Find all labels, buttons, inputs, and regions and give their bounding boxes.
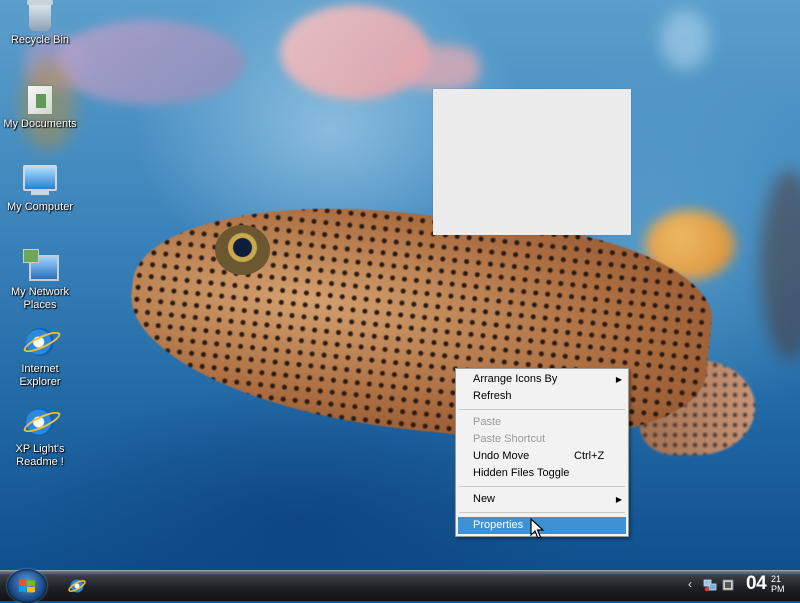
desktop-icon-label: My Computer <box>6 201 74 213</box>
wallpaper-fish <box>400 45 480 90</box>
menu-item-paste-shortcut[interactable]: Paste Shortcut <box>456 431 628 448</box>
desktop-icon-my-computer[interactable]: My Computer <box>0 165 80 214</box>
my-documents-icon <box>27 85 53 115</box>
desktop-wallpaper[interactable] <box>0 0 800 570</box>
pufferfish-eye <box>215 225 270 275</box>
menu-item-hidden-files-toggle[interactable]: Hidden Files Toggle <box>456 465 628 482</box>
menu-item-arrange-icons-by[interactable]: Arrange Icons By ▶ <box>456 371 628 388</box>
internet-explorer-icon <box>26 328 54 356</box>
desktop-icon-label: My Documents <box>3 118 77 130</box>
menu-item-label: Paste Shortcut <box>473 433 546 445</box>
start-button[interactable] <box>7 569 47 603</box>
menu-item-paste[interactable]: Paste <box>456 414 628 431</box>
menu-item-refresh[interactable]: Refresh <box>456 388 628 405</box>
wallpaper-fish <box>55 20 245 105</box>
menu-separator <box>459 512 625 513</box>
menu-item-label: New <box>473 493 496 505</box>
desktop-icon-my-documents[interactable]: My Documents <box>0 85 80 131</box>
menu-item-new[interactable]: New ▶ <box>456 491 628 508</box>
show-hidden-icons-chevron-icon[interactable]: ‹ <box>688 577 692 591</box>
desktop-context-menu: Arrange Icons By ▶ Refresh Paste Paste S… <box>455 368 629 537</box>
blank-window[interactable] <box>433 89 631 235</box>
recycle-bin-icon <box>27 0 53 31</box>
network-places-icon <box>23 249 59 281</box>
submenu-arrow-icon: ▶ <box>615 375 622 384</box>
clock-minute: 21 <box>771 574 782 584</box>
desktop-icon-label: XP Light's Readme ! <box>15 443 65 468</box>
desktop-icon-network-places[interactable]: My Network Places <box>0 247 80 312</box>
system-tray: ‹ 04 21 PM <box>686 571 800 601</box>
network-status-icon[interactable] <box>703 578 717 592</box>
menu-item-label: Refresh <box>473 390 512 402</box>
menu-item-label: Properties <box>473 519 524 531</box>
menu-separator <box>459 409 625 410</box>
volume-icon[interactable] <box>721 578 735 592</box>
menu-item-undo-move[interactable]: Undo Move Ctrl+Z <box>456 448 628 465</box>
internet-explorer-icon[interactable] <box>68 577 86 595</box>
readme-shortcut-icon <box>26 408 54 436</box>
clock-period: PM <box>771 584 785 594</box>
desktop-icon-readme[interactable]: XP Light's Readme ! <box>0 408 80 469</box>
clock-minute-period[interactable]: 21 PM <box>771 574 785 594</box>
mouse-cursor-icon <box>530 518 545 539</box>
menu-separator <box>459 486 625 487</box>
desktop-icon-recycle-bin[interactable]: Recycle Bin <box>0 0 80 47</box>
menu-item-label: Hidden Files Toggle <box>473 467 570 479</box>
menu-item-shortcut: Ctrl+Z <box>574 450 605 462</box>
submenu-arrow-icon: ▶ <box>615 495 622 504</box>
menu-item-label: Arrange Icons By <box>473 373 558 385</box>
desktop-icon-label: My Network Places <box>10 286 70 311</box>
my-computer-icon <box>23 165 57 195</box>
taskbar: ‹ 04 21 PM <box>0 569 800 603</box>
desktop-icon-label: Recycle Bin <box>10 34 70 46</box>
menu-item-label: Paste <box>473 416 502 428</box>
desktop-icon-internet-explorer[interactable]: Internet Explorer <box>0 328 80 389</box>
wallpaper-fish <box>760 170 800 360</box>
menu-item-label: Undo Move <box>473 450 530 462</box>
desktop-icon-label: Internet Explorer <box>19 363 61 388</box>
clock-hour[interactable]: 04 <box>746 573 767 595</box>
windows-logo-icon <box>19 579 35 593</box>
wallpaper-fish <box>660 10 710 70</box>
